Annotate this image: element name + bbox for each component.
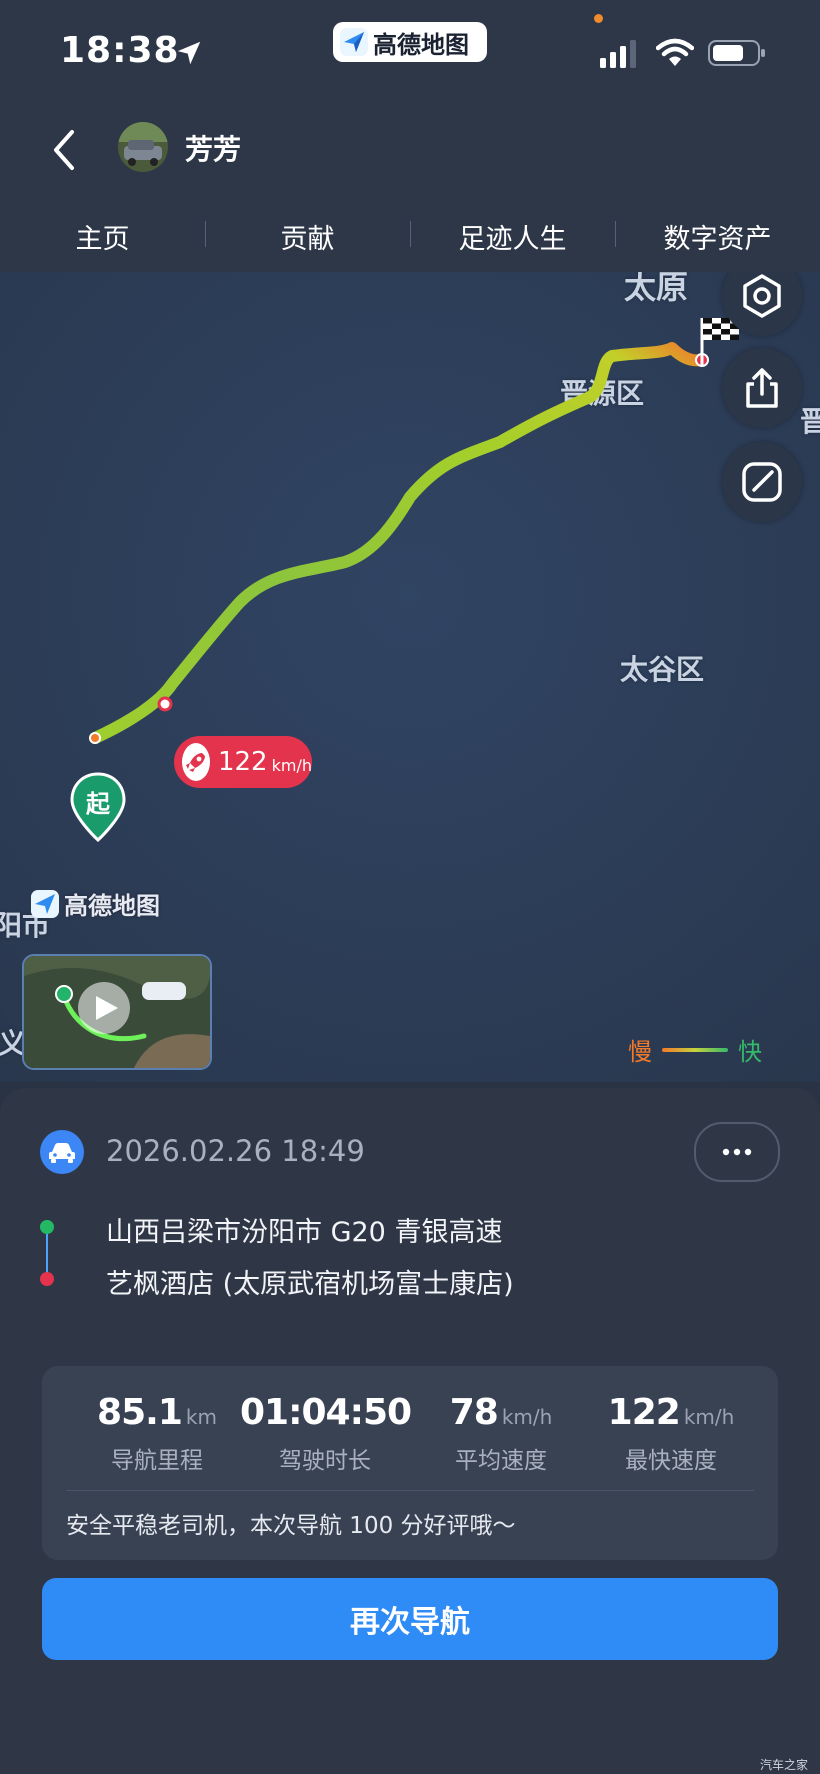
stat-duration: 01:04:50 驾驶时长 <box>240 1392 412 1475</box>
stat-distance: 85.1 km 导航里程 <box>72 1392 242 1475</box>
max-speed-unit: km/h <box>271 755 312 775</box>
chevron-left-icon[interactable] <box>40 122 90 178</box>
stat-distance-label: 导航里程 <box>111 1448 203 1474</box>
car-icon <box>40 1130 84 1174</box>
tab-footprint[interactable]: 足迹人生 <box>410 217 615 256</box>
trip-datetime: 2026.02.26 18:49 <box>106 1134 365 1168</box>
route-replay-video[interactable] <box>22 954 212 1070</box>
replay-thumbnail <box>24 956 210 1068</box>
profile-tabs: 主页 贡献 足迹人生 数字资产 <box>0 200 820 272</box>
stat-duration-value: 01:04:50 <box>240 1392 412 1433</box>
app-pill-label: 高德地图 <box>373 30 469 59</box>
stat-avg-speed-label: 平均速度 <box>455 1448 547 1474</box>
stat-duration-label: 驾驶时长 <box>279 1448 371 1474</box>
privacy-indicator-dot <box>594 14 603 23</box>
profile-header: 芳芳 <box>0 100 820 200</box>
tab-home[interactable]: 主页 <box>0 217 205 256</box>
max-speed-value: 122 <box>217 747 268 777</box>
trip-detail-card: 2026.02.26 18:49 山西吕梁市汾阳市 G20 青银高速 艺枫酒店 … <box>0 1088 820 1774</box>
max-speed-marker: 122 km/h <box>174 736 312 788</box>
stat-avg-speed-unit: km/h <box>501 1405 553 1429</box>
tab-contribution[interactable]: 贡献 <box>205 217 410 256</box>
share-icon <box>746 368 778 408</box>
stat-avg-speed: 78 km/h 平均速度 <box>416 1392 586 1475</box>
legend-fast: 快 <box>738 1038 762 1066</box>
source-watermark: 汽车之家 <box>759 1758 808 1772</box>
navigate-again-button[interactable]: 再次导航 <box>42 1578 778 1660</box>
stat-distance-value: 85.1 <box>97 1392 183 1433</box>
stat-max-speed: 122 km/h 最快速度 <box>586 1392 756 1475</box>
destination-dot <box>40 1272 54 1286</box>
speed-legend: 慢 快 <box>628 1032 762 1067</box>
status-bar: 18:38 高德地图 <box>0 0 820 100</box>
more-dots-icon <box>722 1148 752 1156</box>
rocket-icon <box>182 743 210 781</box>
share-button[interactable] <box>722 348 802 428</box>
edit-icon <box>742 462 782 502</box>
tab-digital-assets[interactable]: 数字资产 <box>615 217 820 256</box>
amap-logo-icon <box>340 28 368 56</box>
origin-text: 山西吕梁市汾阳市 G20 青银高速 <box>106 1217 503 1248</box>
start-pin: 起 <box>70 772 126 844</box>
route-connector-line <box>46 1234 48 1276</box>
app-return-pill[interactable]: 高德地图 <box>333 22 487 62</box>
destination-text: 艺枫酒店 (太原武宿机场富士康店) <box>106 1269 514 1300</box>
battery-icon <box>708 40 765 66</box>
legend-gradient-bar <box>662 1047 728 1052</box>
stat-distance-unit: km <box>185 1405 217 1429</box>
more-options-button[interactable] <box>694 1122 780 1182</box>
origin-dot <box>40 1220 54 1234</box>
stat-avg-speed-value: 78 <box>449 1392 499 1433</box>
stat-max-speed-unit: km/h <box>683 1405 735 1429</box>
status-time: 18:38 <box>60 30 180 71</box>
settings-icon <box>743 274 781 318</box>
map-watermark-text: 高德地图 <box>64 892 160 920</box>
stat-max-speed-value: 122 <box>607 1392 681 1433</box>
cellular-signal-icon <box>600 40 636 68</box>
wifi-icon <box>656 38 694 66</box>
trip-stats-panel: 85.1 km 导航里程 01:04:50 驾驶时长 78 km/h 平均速度 12… <box>42 1366 778 1560</box>
user-name: 芳芳 <box>185 133 242 166</box>
avatar[interactable] <box>118 122 168 172</box>
legend-slow: 慢 <box>628 1038 652 1066</box>
stats-divider <box>66 1490 754 1491</box>
start-pin-label: 起 <box>86 790 110 818</box>
location-arrow-icon <box>177 41 201 65</box>
driving-praise-text: 安全平稳老司机，本次导航 100 分好评哦～ <box>66 1513 516 1539</box>
amap-logo-icon <box>31 889 59 918</box>
stat-max-speed-label: 最快速度 <box>625 1448 717 1474</box>
route-map[interactable]: 太原 晋源区 太谷区 阳市 晋 义 122 km/h 起 高德地图 慢 快 <box>0 272 820 1082</box>
map-watermark: 高德地图 <box>30 886 160 921</box>
edit-button[interactable] <box>722 442 802 522</box>
